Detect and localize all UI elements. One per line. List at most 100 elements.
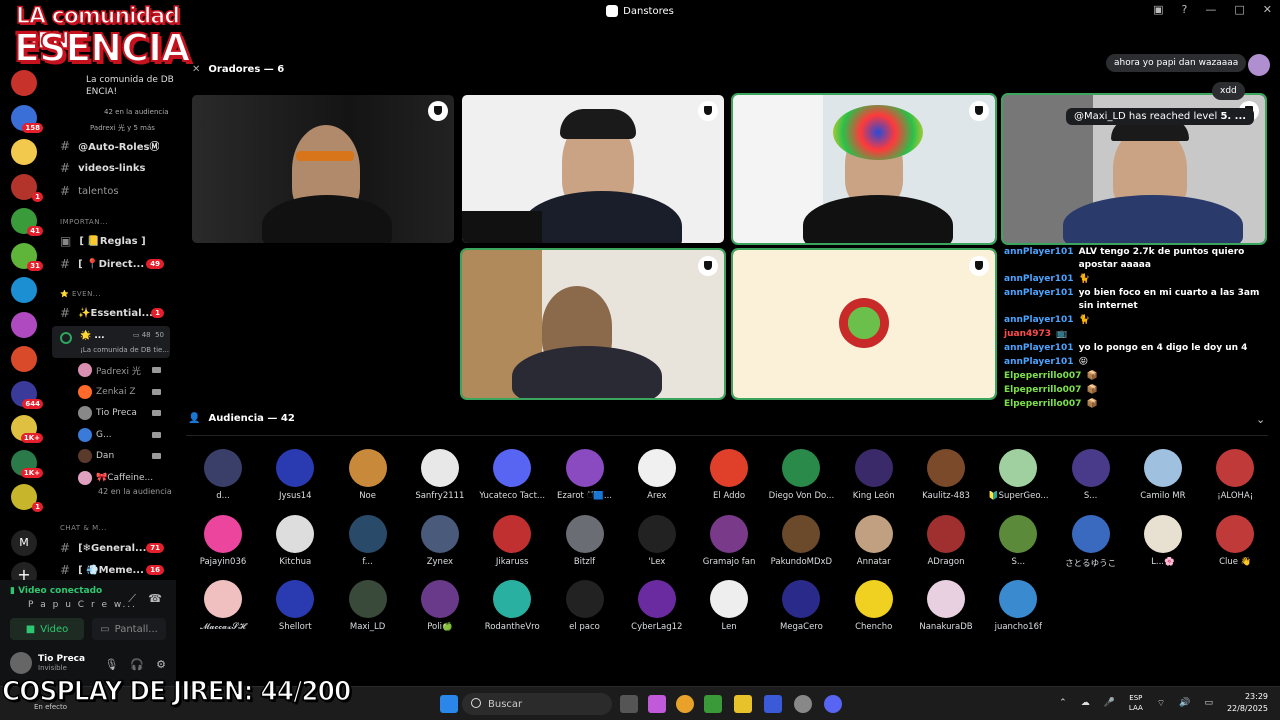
server-icon-letter[interactable]: M — [11, 530, 37, 556]
audience-member[interactable]: Clue 👋 — [1200, 514, 1270, 567]
help-icon[interactable]: ? — [1182, 3, 1188, 16]
server-icon[interactable]: 644 — [11, 380, 43, 409]
audience-member[interactable]: Camilo MR — [1128, 449, 1198, 501]
headphones-icon[interactable]: 🎧 — [130, 658, 144, 671]
audience-member[interactable]: S... — [983, 514, 1053, 567]
audience-member[interactable]: Zynex — [405, 514, 475, 567]
server-icon[interactable]: 1 — [11, 484, 43, 512]
voice-member[interactable]: Padrexi 光 — [78, 363, 161, 377]
minecraft-icon[interactable] — [704, 695, 722, 713]
audience-member[interactable]: Kaulitz-483 — [911, 449, 981, 501]
voice-member[interactable]: Dan — [78, 449, 161, 463]
video-button[interactable]: ■ Video — [10, 618, 84, 640]
chrome-icon[interactable] — [676, 695, 694, 713]
gear-icon[interactable]: ⚙ — [156, 658, 166, 671]
task-view-icon[interactable] — [620, 695, 638, 713]
windows-start-icon[interactable] — [440, 695, 458, 713]
server-icon[interactable]: 1 — [11, 173, 43, 202]
audience-member[interactable]: PakundoMDxD — [766, 514, 836, 567]
taskbar-search[interactable]: Buscar — [462, 693, 612, 715]
speaker-tile[interactable] — [192, 95, 454, 243]
speaker-tile[interactable] — [731, 93, 997, 245]
chevron-down-icon[interactable]: ⌄ — [1256, 413, 1265, 426]
audience-member[interactable]: Yucateco Tact... — [477, 449, 547, 501]
audience-member[interactable]: Shellort — [260, 580, 330, 632]
noise-suppression-icon[interactable]: ⟋ — [128, 592, 136, 606]
microphone-icon[interactable]: 🎤 — [1104, 698, 1115, 708]
category-eventos[interactable]: ⭐ EVEN... — [60, 290, 101, 298]
audience-member[interactable]: さとるゆうこ — [1056, 514, 1126, 569]
server-icon[interactable]: 1K+ — [11, 449, 43, 478]
audience-member[interactable]: Sanfry2111 — [405, 449, 475, 501]
audience-member[interactable]: 𝓜𝓪𝓬𝓬𝓪𝔁𝓢𝓗 — [188, 580, 258, 632]
audience-member[interactable]: Diego Von Do... — [766, 449, 836, 501]
copilot-icon[interactable] — [648, 695, 666, 713]
audience-member[interactable]: juancho16f — [983, 580, 1053, 632]
store-icon[interactable] — [764, 695, 782, 713]
discord-icon[interactable] — [824, 695, 842, 713]
disconnect-icon[interactable]: ☎ — [148, 592, 162, 605]
audience-member[interactable]: Gramajo fan — [694, 514, 764, 567]
audience-member[interactable]: d... — [188, 449, 258, 501]
audience-member[interactable]: 🔰SuperGeo... — [983, 449, 1053, 501]
audience-member[interactable]: L...🌸 — [1128, 514, 1198, 567]
channel-auto-roles[interactable]: # @Auto-RolesⓂ — [60, 138, 159, 154]
channel-general[interactable]: # [❄General... — [60, 541, 146, 555]
speaker-tile[interactable] — [462, 95, 724, 243]
server-icon[interactable]: 158 — [11, 104, 43, 133]
channel-videos-links[interactable]: # videos-links — [60, 161, 146, 175]
inbox-icon[interactable]: ▣ — [1153, 3, 1163, 16]
volume-icon[interactable]: 🔊 — [1179, 698, 1190, 708]
server-icon[interactable] — [11, 346, 37, 372]
voice-member[interactable]: 🎀Caffeine... — [78, 470, 153, 485]
screen-share-button[interactable]: ▭ Pantall... — [92, 618, 166, 640]
wifi-icon[interactable]: ⌔ — [1157, 698, 1165, 709]
audience-member[interactable]: S... — [1056, 449, 1126, 501]
audience-member[interactable]: Arex — [622, 449, 692, 501]
stage-channel[interactable]: 🌟 ... ▭ 48 50 ¡La comunida de DB tie... — [52, 326, 170, 358]
category-chat[interactable]: CHAT & M... — [60, 524, 107, 532]
audience-member[interactable]: Jysus14 — [260, 449, 330, 501]
channel-directorio[interactable]: #[ 📍Direct... — [60, 257, 144, 271]
microphone-icon[interactable]: 🎙 — [104, 658, 118, 671]
server-icon[interactable] — [11, 139, 37, 165]
channel-talentos[interactable]: # talentos — [60, 184, 119, 198]
audience-member[interactable]: NanakuraDB — [911, 580, 981, 632]
audience-member[interactable]: CyberLag12 — [622, 580, 692, 632]
maximize-button[interactable]: □ — [1234, 3, 1244, 16]
chevron-up-icon[interactable]: ⌃ — [1059, 698, 1067, 708]
collapse-icon[interactable]: ✕ — [192, 64, 200, 75]
minimize-button[interactable]: — — [1205, 3, 1216, 16]
audience-member[interactable]: Bitzlf — [550, 514, 620, 567]
current-user[interactable]: Tio Preca Invisible — [10, 652, 85, 674]
audience-member[interactable]: el paco — [550, 580, 620, 632]
close-button[interactable]: ✕ — [1263, 3, 1272, 16]
audience-member[interactable]: Poli🍏 — [405, 580, 475, 632]
voice-member[interactable]: Tio Preca — [78, 406, 161, 420]
audience-member[interactable]: MegaCero — [766, 580, 836, 632]
server-icon[interactable] — [11, 277, 37, 303]
audience-member[interactable]: ¡ALOHA¡ — [1200, 449, 1270, 501]
settings-icon[interactable] — [794, 695, 812, 713]
audience-member[interactable]: Kitchua — [260, 514, 330, 567]
voice-member[interactable]: G... — [78, 427, 161, 442]
audience-member[interactable]: Len — [694, 580, 764, 632]
audience-member[interactable]: Annatar — [839, 514, 909, 567]
voice-channel-name[interactable]: P a p u C r e w... — [28, 600, 137, 610]
category-importante[interactable]: IMPORTAN... — [60, 218, 108, 226]
speaker-tile[interactable] — [460, 248, 726, 400]
audience-member[interactable]: Ezarot ි🟦... — [550, 449, 620, 501]
channel-reglas[interactable]: ▣[ 📒Reglas ] — [60, 234, 146, 248]
server-icon[interactable]: 41 — [11, 208, 43, 236]
audience-member[interactable]: f... — [333, 514, 403, 567]
channel-memes[interactable]: #[ 💨Meme... — [60, 563, 144, 577]
server-icon[interactable] — [11, 70, 37, 96]
audience-member[interactable]: King León — [839, 449, 909, 501]
server-icon[interactable]: 31 — [11, 242, 43, 271]
server-icon[interactable]: 1K+ — [11, 415, 43, 443]
clock[interactable]: 23:29 22/8/2025 — [1227, 691, 1268, 715]
language-indicator[interactable]: ESP LAA — [1129, 693, 1143, 713]
audience-member[interactable]: Chencho — [839, 580, 909, 632]
file-explorer-icon[interactable] — [734, 695, 752, 713]
audience-member[interactable]: ADragon — [911, 514, 981, 567]
